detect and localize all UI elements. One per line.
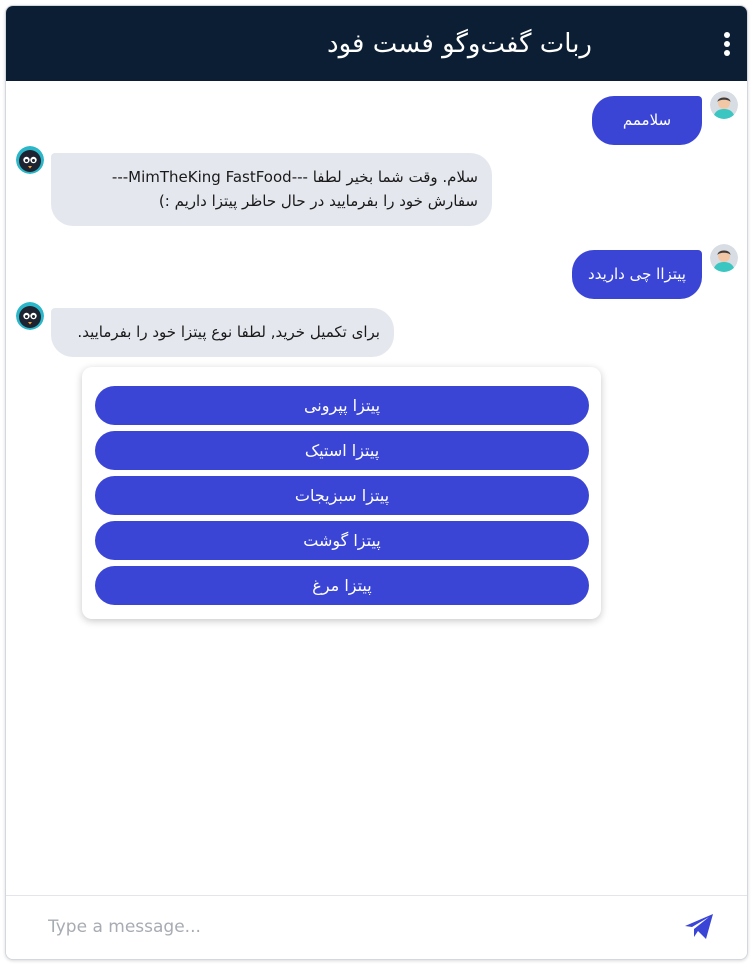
message-text-line: سلام. وقت شما بخیر لطفا ---MimTheKing Fa… <box>111 168 478 186</box>
bot-avatar <box>16 302 44 330</box>
bot-message-bubble: برای تکمیل خرید, لطفا نوع پیتزا خود را ب… <box>51 308 394 357</box>
message-composer <box>6 895 747 959</box>
user-message-bubble: پیتزاا چی داریدد <box>572 250 702 299</box>
header-title: ربات گفت‌وگو فست فود <box>326 29 592 59</box>
option-button-meat[interactable]: پیتزا گوشت <box>95 521 589 560</box>
option-button-chicken[interactable]: پیتزا مرغ <box>95 566 589 605</box>
option-button-vegetable[interactable]: پیتزا سبزیجات <box>95 476 589 515</box>
send-icon[interactable] <box>681 908 717 944</box>
chat-window: ربات گفت‌وگو فست فود سلاممم <box>5 5 748 960</box>
message-text: سلاممم <box>622 111 672 129</box>
message-list[interactable]: سلاممم سلام. وقت شما بخیر لطفا ---MimThe… <box>6 81 747 896</box>
chat-header: ربات گفت‌وگو فست فود <box>6 6 747 81</box>
bot-avatar <box>16 146 44 174</box>
user-avatar <box>710 91 738 119</box>
message-input[interactable] <box>46 908 610 946</box>
message-text-line: سفارش خود را بفرمایید در حال حاظر پیتزا … <box>158 192 478 210</box>
message-text: پیتزاا چی داریدد <box>588 265 686 283</box>
quick-reply-card: پیتزا پپرونی پیتزا استیک پیتزا سبزیجات پ… <box>82 367 601 619</box>
user-message-bubble: سلاممم <box>592 96 702 145</box>
message-text: برای تکمیل خرید, لطفا نوع پیتزا خود را ب… <box>77 323 380 341</box>
option-button-pepperoni[interactable]: پیتزا پپرونی <box>95 386 589 425</box>
more-vertical-icon[interactable] <box>721 30 733 58</box>
option-button-steak[interactable]: پیتزا استیک <box>95 431 589 470</box>
bot-message-bubble: سلام. وقت شما بخیر لطفا ---MimTheKing Fa… <box>51 153 492 226</box>
user-avatar <box>710 244 738 272</box>
